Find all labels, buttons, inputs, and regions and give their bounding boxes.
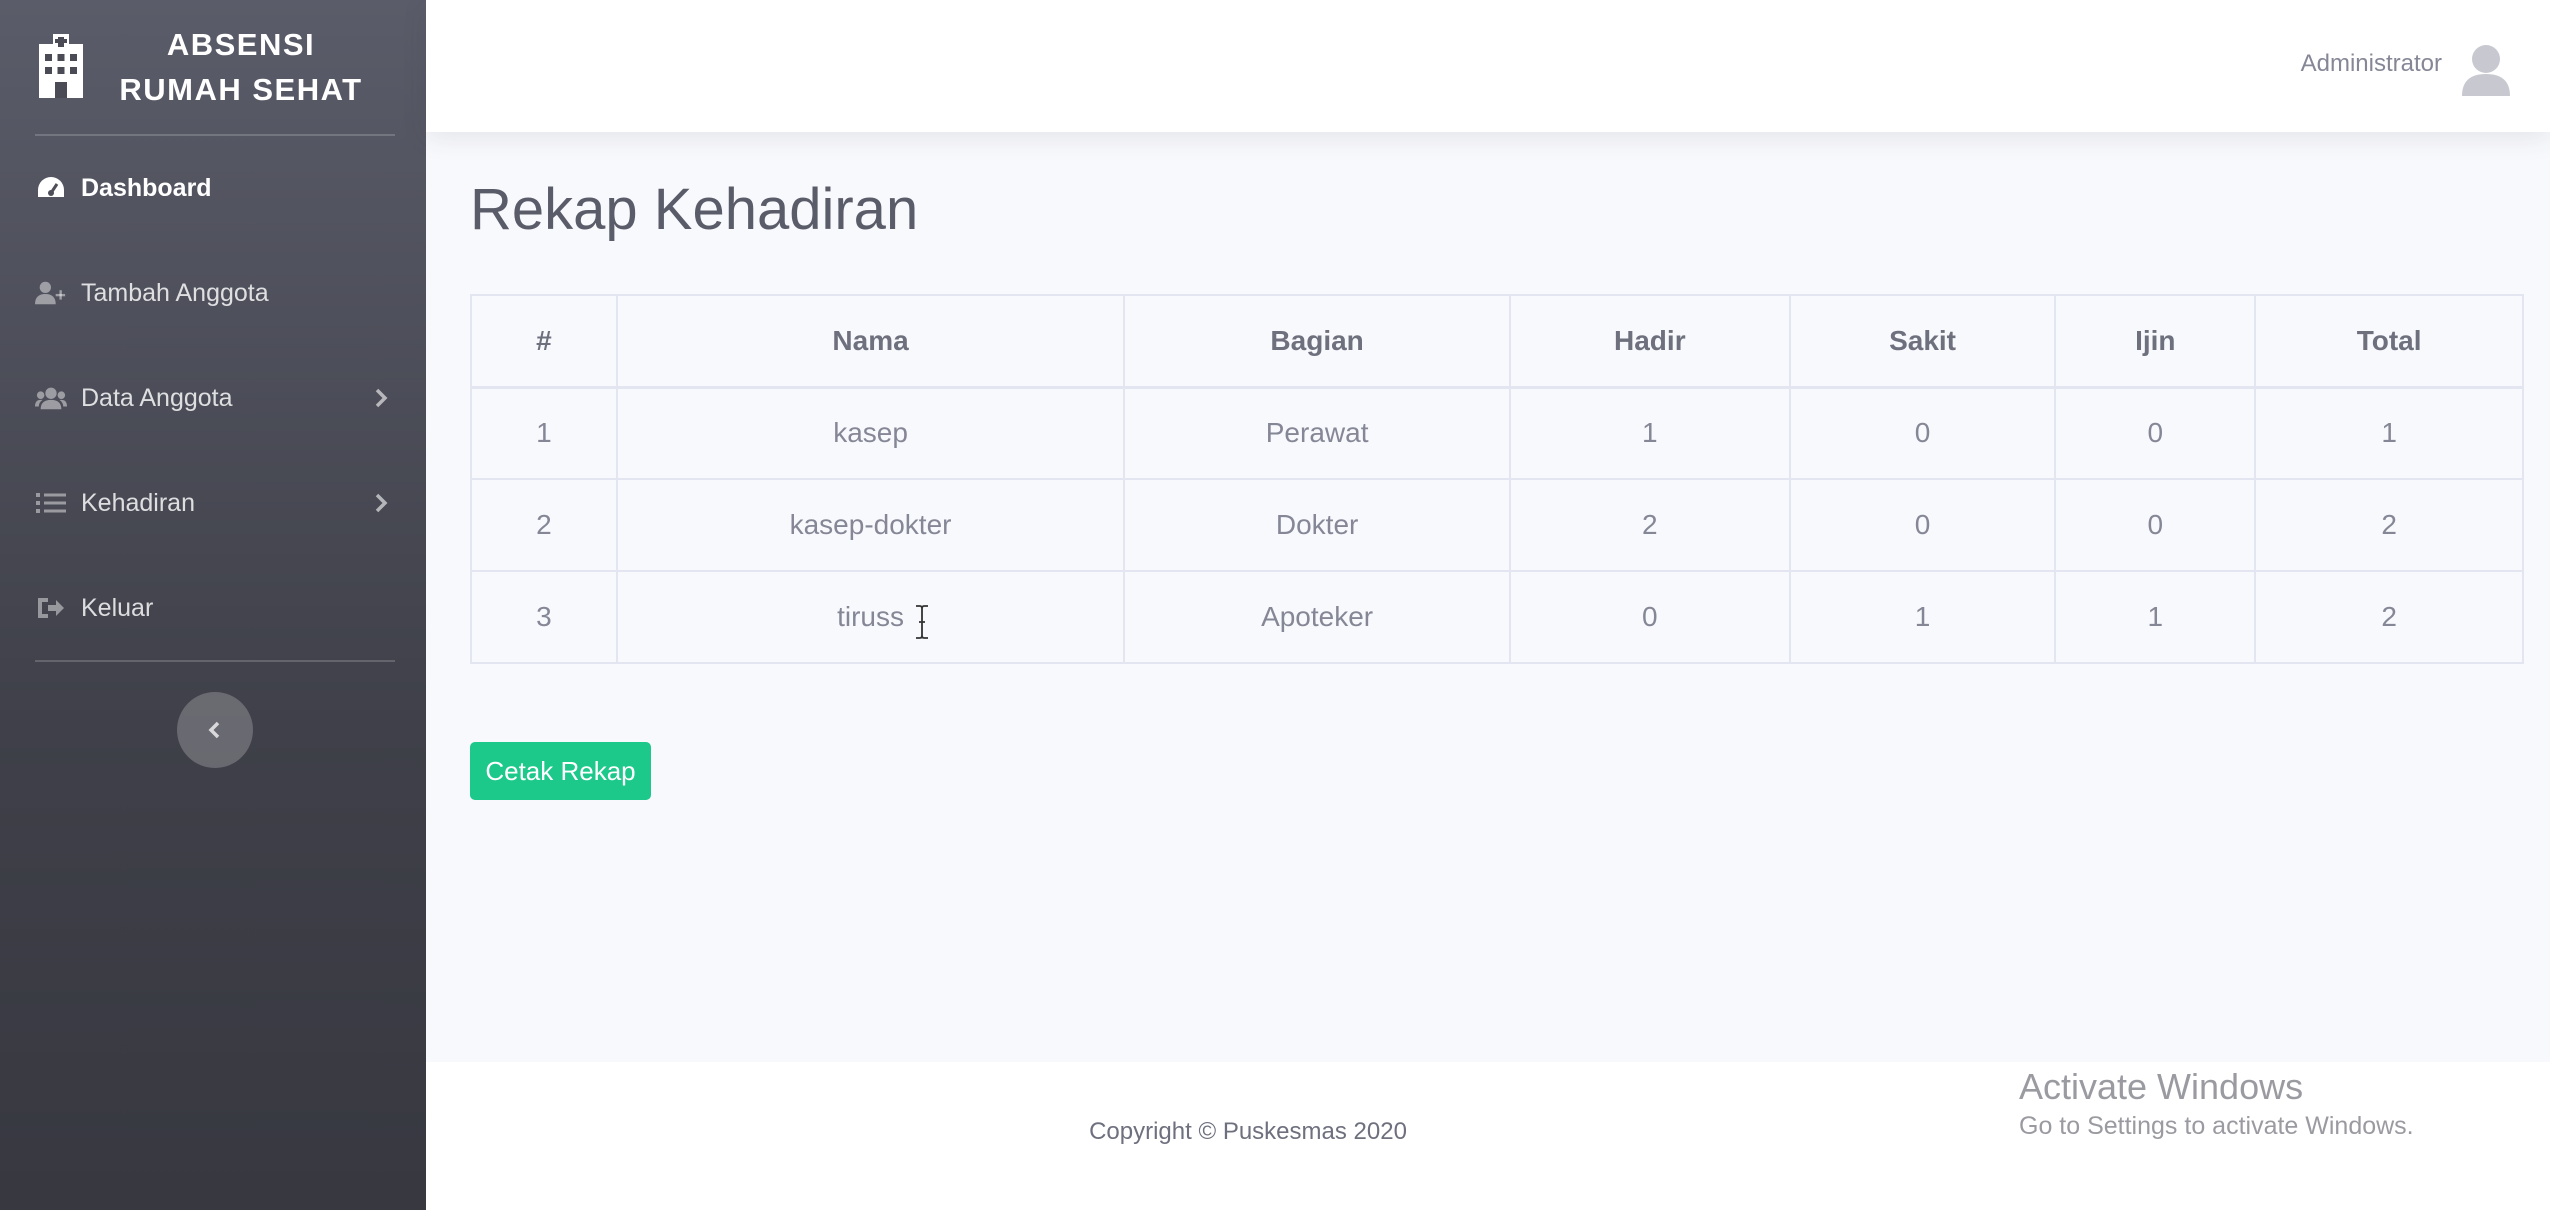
sidebar-divider: [35, 660, 395, 662]
cell-bagian: Apoteker: [1123, 570, 1511, 664]
cell-nama: tiruss: [615, 570, 1126, 664]
cell-total: 1: [2254, 386, 2524, 480]
cell-total: 2: [2254, 570, 2524, 664]
column-header-number[interactable]: #: [470, 294, 618, 389]
sidebar-toggle-button[interactable]: [177, 692, 253, 768]
cell-number: 3: [470, 570, 618, 664]
footer: Copyright © Puskesmas 2020 Activate Wind…: [426, 1062, 2550, 1210]
cell-total: 2: [2254, 478, 2524, 572]
users-icon: [35, 384, 67, 412]
rekap-table: # Nama Bagian Hadir Sakit Ijin Total 1 k…: [470, 294, 2524, 664]
sidebar-item-keluar[interactable]: Keluar: [35, 580, 395, 636]
cell-sakit: 1: [1788, 570, 2057, 664]
list-icon: [35, 489, 67, 517]
table-row: 3 tiruss Apoteker 0 1 1 2: [470, 570, 2524, 664]
rekap-table-container: # Nama Bagian Hadir Sakit Ijin Total 1 k…: [470, 294, 2524, 664]
sidebar-item-tambah-anggota[interactable]: Tambah Anggota: [35, 265, 395, 321]
cetak-rekap-button[interactable]: Cetak Rekap: [470, 742, 651, 800]
watermark-subtitle: Go to Settings to activate Windows.: [2019, 1112, 2414, 1140]
sidebar-item-kehadiran[interactable]: Kehadiran: [35, 475, 395, 531]
cell-number: 2: [470, 478, 618, 572]
sidebar-item-label: Kehadiran: [81, 488, 195, 517]
cell-sakit: 0: [1788, 386, 2057, 480]
sidebar-item-data-anggota[interactable]: Data Anggota: [35, 370, 395, 426]
sidebar: ABSENSI RUMAH SEHAT Dashboard Tambah Ang…: [0, 0, 426, 1210]
column-header-hadir[interactable]: Hadir: [1508, 294, 1791, 389]
sidebar-brand[interactable]: ABSENSI RUMAH SEHAT: [0, 0, 426, 134]
brand-line-1: ABSENSI: [166, 27, 316, 62]
user-plus-icon: [35, 279, 67, 307]
table-header-row: # Nama Bagian Hadir Sakit Ijin Total: [470, 294, 2524, 389]
sidebar-item-dashboard[interactable]: Dashboard: [35, 160, 395, 216]
user-avatar-icon[interactable]: [2460, 42, 2512, 96]
cell-sakit: 0: [1788, 478, 2057, 572]
cell-nama: kasep: [615, 386, 1126, 480]
cell-ijin: 1: [2054, 570, 2257, 664]
page-title: Rekap Kehadiran: [470, 177, 919, 242]
chevron-right-icon: [375, 493, 388, 513]
cell-nama: kasep-dokter: [615, 478, 1126, 572]
table-row: 2 kasep-dokter Dokter 2 0 0 2: [470, 478, 2524, 572]
chevron-right-icon: [375, 388, 388, 408]
column-header-ijin[interactable]: Ijin: [2054, 294, 2257, 389]
brand-line-2: RUMAH SEHAT: [119, 72, 363, 107]
tachometer-icon: [35, 174, 67, 202]
cell-hadir: 0: [1508, 570, 1791, 664]
column-header-total[interactable]: Total: [2254, 294, 2524, 389]
watermark-title: Activate Windows: [2019, 1066, 2304, 1107]
cell-number: 1: [470, 386, 618, 480]
column-header-sakit[interactable]: Sakit: [1788, 294, 2057, 389]
sidebar-item-label: Keluar: [81, 593, 154, 622]
chevron-left-icon: [208, 721, 220, 739]
cell-bagian: Perawat: [1123, 386, 1511, 480]
text-cursor-icon: [916, 605, 928, 639]
sidebar-item-label: Data Anggota: [81, 383, 233, 412]
cell-hadir: 1: [1508, 386, 1791, 480]
sidebar-item-label: Tambah Anggota: [81, 278, 269, 307]
sidebar-divider: [35, 134, 395, 136]
user-name[interactable]: Administrator: [2301, 50, 2442, 78]
column-header-bagian[interactable]: Bagian: [1123, 294, 1511, 389]
column-header-nama[interactable]: Nama: [615, 294, 1126, 389]
brand-title: ABSENSI RUMAH SEHAT: [104, 22, 378, 112]
topbar: Administrator: [426, 0, 2550, 132]
app-root: ABSENSI RUMAH SEHAT Dashboard Tambah Ang…: [0, 0, 2550, 1210]
cell-hadir: 2: [1508, 478, 1791, 572]
table-row: 1 kasep Perawat 1 0 0 1: [470, 386, 2524, 480]
cell-ijin: 0: [2054, 386, 2257, 480]
sidebar-item-label: Dashboard: [81, 173, 212, 202]
copyright-text: Copyright © Puskesmas 2020: [1089, 1118, 1407, 1145]
sign-out-icon: [35, 594, 67, 622]
cell-ijin: 0: [2054, 478, 2257, 572]
hospital-icon: [39, 34, 83, 98]
cell-bagian: Dokter: [1123, 478, 1511, 572]
